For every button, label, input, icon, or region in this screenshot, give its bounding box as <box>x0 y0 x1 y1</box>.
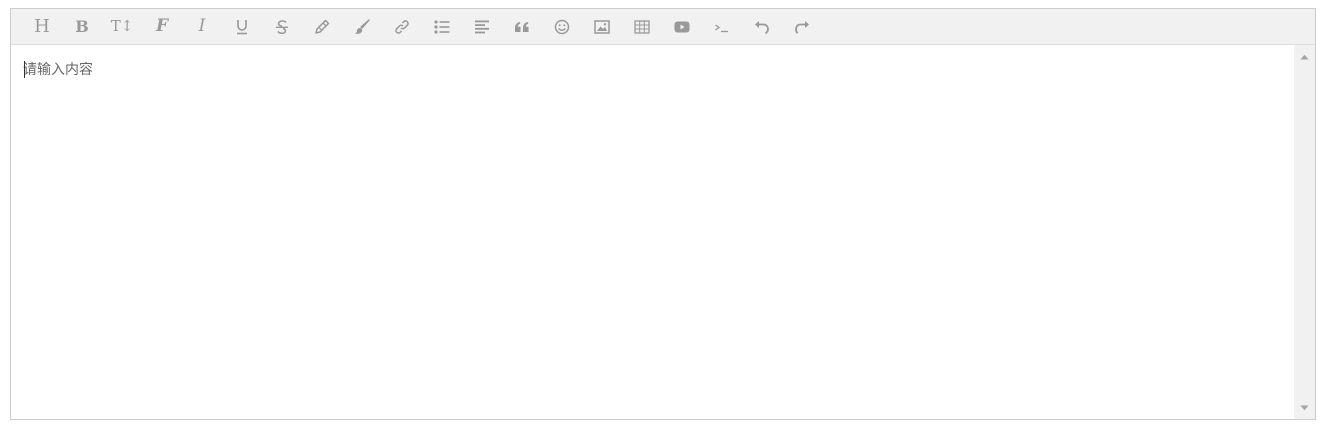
table-icon <box>634 19 650 34</box>
scroll-up-arrow-icon[interactable] <box>1294 48 1315 65</box>
video-button[interactable] <box>662 9 702 44</box>
redo-button[interactable] <box>782 9 822 44</box>
vertical-scrollbar[interactable] <box>1294 45 1315 419</box>
code-icon <box>714 21 730 33</box>
heading-icon: H <box>34 15 50 37</box>
quote-icon <box>514 21 530 33</box>
undo-button[interactable] <box>742 9 782 44</box>
emoji-icon <box>554 19 570 35</box>
table-button[interactable] <box>622 9 662 44</box>
align-icon <box>474 20 490 34</box>
code-button[interactable] <box>702 9 742 44</box>
editor-toolbar: H B T↕ F I <box>11 9 1315 45</box>
highlight-button[interactable] <box>302 9 342 44</box>
editor-content-area <box>11 45 1315 419</box>
font-family-button[interactable]: F <box>142 9 182 44</box>
emoji-button[interactable] <box>542 9 582 44</box>
underline-icon <box>235 19 249 35</box>
quote-button[interactable] <box>502 9 542 44</box>
strikethrough-icon <box>275 19 289 35</box>
image-button[interactable] <box>582 9 622 44</box>
font-size-icon: T↕ <box>110 17 134 35</box>
text-caret <box>24 61 25 78</box>
link-button[interactable] <box>382 9 422 44</box>
align-button[interactable] <box>462 9 502 44</box>
heading-button[interactable]: H <box>22 9 62 44</box>
link-icon <box>394 19 410 35</box>
list-button[interactable] <box>422 9 462 44</box>
video-icon <box>674 21 690 33</box>
undo-icon <box>754 20 770 34</box>
bold-icon: B <box>75 16 89 36</box>
strikethrough-button[interactable] <box>262 9 302 44</box>
image-icon <box>594 19 610 34</box>
highlight-pen-icon <box>314 19 330 35</box>
color-button[interactable] <box>342 9 382 44</box>
bold-button[interactable]: B <box>62 9 102 44</box>
font-family-icon: F <box>155 16 169 36</box>
rich-text-editor: H B T↕ F I <box>10 8 1316 420</box>
underline-button[interactable] <box>222 9 262 44</box>
content-textarea[interactable] <box>11 45 1294 419</box>
brush-icon <box>354 18 370 35</box>
font-size-button[interactable]: T↕ <box>102 9 142 44</box>
italic-button[interactable]: I <box>182 9 222 44</box>
scroll-down-arrow-icon[interactable] <box>1294 399 1315 416</box>
italic-icon: I <box>198 16 206 36</box>
bullet-list-icon <box>434 19 450 34</box>
redo-icon <box>794 20 810 34</box>
